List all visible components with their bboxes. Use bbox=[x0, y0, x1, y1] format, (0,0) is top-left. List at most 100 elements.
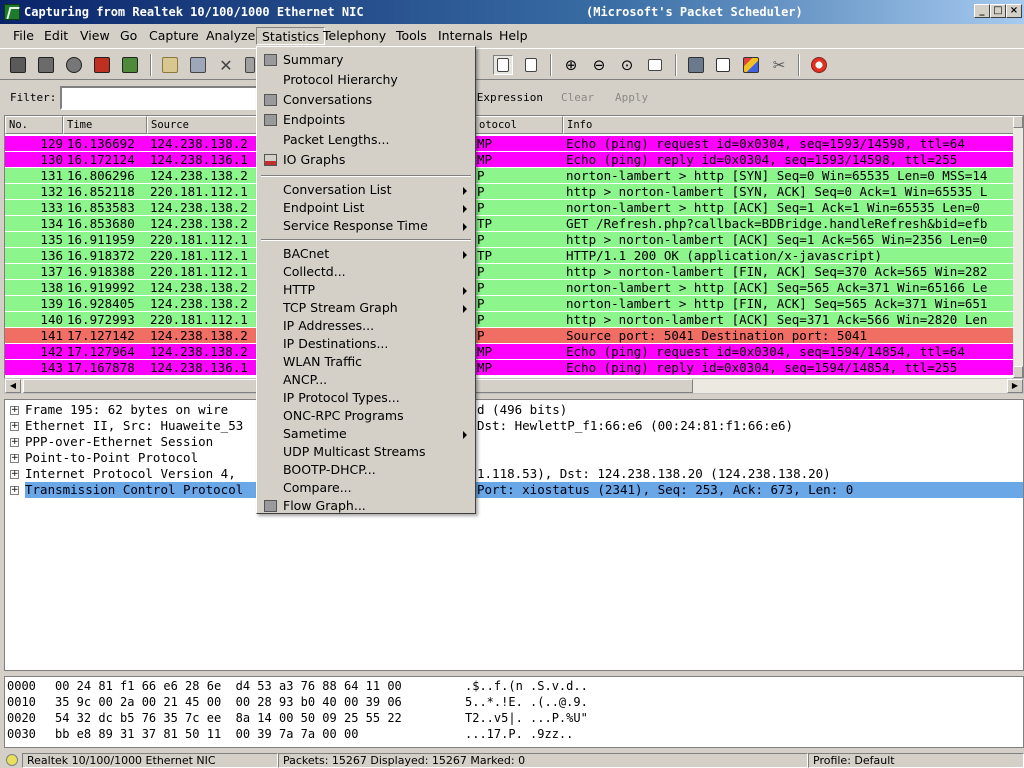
packet-row[interactable]: 140 16.972993 220.181.112.1 Phttp > norton-… bbox=[5, 312, 1015, 328]
menu-telephony[interactable]: Telephony bbox=[318, 27, 391, 45]
menu-internals[interactable]: Internals bbox=[433, 27, 498, 45]
scroll-up-arrow-icon[interactable] bbox=[1013, 116, 1023, 128]
menu-statistics[interactable]: Statistics bbox=[256, 27, 326, 45]
menu-analyze[interactable]: Analyze bbox=[201, 27, 260, 45]
menu-view[interactable]: View bbox=[75, 27, 115, 45]
stats-menu-endpoint-list[interactable]: Endpoint List bbox=[259, 199, 473, 217]
stats-menu-protocol-hierarchy[interactable]: Protocol Hierarchy bbox=[259, 71, 473, 89]
stats-menu-compare[interactable]: Compare... bbox=[259, 479, 473, 497]
open-file-icon[interactable] bbox=[160, 55, 180, 75]
packet-row[interactable]: 135 16.911959 220.181.112.1 Phttp > norton-… bbox=[5, 232, 1015, 248]
stats-menu-packet-lengths[interactable]: Packet Lengths... bbox=[259, 131, 473, 149]
interfaces-icon[interactable] bbox=[8, 55, 28, 75]
column-header-info[interactable]: Info bbox=[563, 116, 1015, 134]
stats-menu-wlan-traffic[interactable]: WLAN Traffic bbox=[259, 353, 473, 371]
stats-menu-udp-multicast-streams[interactable]: UDP Multicast Streams bbox=[259, 443, 473, 461]
menu-capture[interactable]: Capture bbox=[144, 27, 204, 45]
apply-button[interactable]: Apply bbox=[615, 91, 648, 104]
stats-menu-io-graphs[interactable]: IO Graphs bbox=[259, 151, 473, 169]
stop-capture-icon[interactable] bbox=[92, 55, 112, 75]
detail-tree-item[interactable]: + Point-to-Point Protocol bbox=[5, 450, 1021, 466]
stats-menu-onc-rpc-programs[interactable]: ONC-RPC Programs bbox=[259, 407, 473, 425]
packet-row[interactable]: 138 16.919992 124.238.138.2 Pnorton-lambert… bbox=[5, 280, 1015, 296]
display-filters-icon[interactable] bbox=[713, 55, 733, 75]
stats-menu-flow-graph[interactable]: Flow Graph... bbox=[259, 497, 473, 515]
packet-row[interactable]: 139 16.928405 124.238.138.2 Pnorton-lambert… bbox=[5, 296, 1015, 312]
expand-plus-icon[interactable]: + bbox=[10, 454, 19, 463]
column-header-time[interactable]: Time bbox=[63, 116, 147, 134]
packet-list-horizontal-scrollbar[interactable]: ◀ ▶ bbox=[4, 378, 1024, 394]
expand-plus-icon[interactable]: + bbox=[10, 406, 19, 415]
expand-plus-icon[interactable]: + bbox=[10, 486, 19, 495]
stats-menu-bacnet[interactable]: BACnet bbox=[259, 245, 473, 263]
menu-go[interactable]: Go bbox=[115, 27, 142, 45]
detail-tree-item[interactable]: + Transmission Control Protocol Port: xios… bbox=[5, 482, 1023, 498]
stats-menu-ip-addresses[interactable]: IP Addresses... bbox=[259, 317, 473, 335]
expand-plus-icon[interactable]: + bbox=[10, 438, 19, 447]
stats-menu-sametime[interactable]: Sametime bbox=[259, 425, 473, 443]
help-lifebuoy-icon[interactable] bbox=[809, 55, 829, 75]
packet-row[interactable]: 129 16.136692 124.238.138.2 MP Echo (ping) r… bbox=[5, 136, 1015, 152]
detail-tree-item[interactable]: + PPP-over-Ethernet Session bbox=[5, 434, 1021, 450]
menu-file[interactable]: File bbox=[8, 27, 39, 45]
close-button[interactable]: × bbox=[1006, 4, 1022, 18]
coloring-rules-icon[interactable] bbox=[741, 55, 761, 75]
stats-menu-collectd[interactable]: Collectd... bbox=[259, 263, 473, 281]
column-header-no[interactable]: No. bbox=[5, 116, 63, 134]
menu-tools[interactable]: Tools bbox=[391, 27, 432, 45]
packet-row[interactable]: 130 16.172124 124.238.136.1 MP Echo (ping) r… bbox=[5, 152, 1015, 168]
scroll-left-arrow-icon[interactable]: ◀ bbox=[5, 379, 21, 393]
stats-menu-conversations[interactable]: Conversations bbox=[259, 91, 473, 109]
column-header-protocol[interactable]: otocol bbox=[475, 116, 563, 134]
packet-row[interactable]: 134 16.853680 124.238.138.2 TP GET /Refresh.… bbox=[5, 216, 1015, 232]
stats-menu-endpoints[interactable]: Endpoints bbox=[259, 111, 473, 129]
packet-row[interactable]: 131 16.806296 124.238.138.2 Pnorton-lambert… bbox=[5, 168, 1015, 184]
packet-row[interactable]: 142 17.127964 124.238.138.2 MP Echo (ping) r… bbox=[5, 344, 1015, 360]
filter-input[interactable] bbox=[60, 86, 260, 110]
scroll-down-arrow-icon[interactable] bbox=[1013, 366, 1023, 378]
stats-menu-conversation-list[interactable]: Conversation List bbox=[259, 181, 473, 199]
minimize-button[interactable]: _ bbox=[974, 4, 990, 18]
packet-row[interactable]: 136 16.918372 220.181.112.1 TP HTTP/1.1 200 … bbox=[5, 248, 1015, 264]
stats-menu-ip-destinations[interactable]: IP Destinations... bbox=[259, 335, 473, 353]
packet-details-pane[interactable]: + Frame 195: 62 bytes on wire d (496 bits… bbox=[4, 399, 1024, 671]
expand-plus-icon[interactable]: + bbox=[10, 422, 19, 431]
save-file-icon[interactable] bbox=[188, 55, 208, 75]
packet-row[interactable]: 143 17.167878 124.238.136.1 MP Echo (ping) r… bbox=[5, 360, 1015, 376]
stats-menu-service-response-time[interactable]: Service Response Time bbox=[259, 217, 473, 235]
stats-menu-tcp-stream-graph[interactable]: TCP Stream Graph bbox=[259, 299, 473, 317]
options-icon[interactable] bbox=[36, 55, 56, 75]
packet-list[interactable]: No. Time Source otocol Info 129 16.136692… bbox=[4, 115, 1024, 379]
close-file-icon[interactable]: ✕ bbox=[216, 55, 236, 75]
stats-menu-ancp[interactable]: ANCP... bbox=[259, 371, 473, 389]
stats-menu-summary[interactable]: Summary bbox=[259, 51, 473, 69]
preferences-icon[interactable]: ✂ bbox=[769, 55, 789, 75]
scroll-right-arrow-icon[interactable]: ▶ bbox=[1007, 379, 1023, 393]
expand-plus-icon[interactable]: + bbox=[10, 470, 19, 479]
packet-row[interactable]: 137 16.918388 220.181.112.1 Phttp > norton-… bbox=[5, 264, 1015, 280]
detail-tree-item[interactable]: + Internet Protocol Version 4, 1.118.53),… bbox=[5, 466, 1021, 482]
normal-size-icon[interactable]: ⊙ bbox=[617, 55, 637, 75]
capture-filters-icon[interactable] bbox=[686, 55, 706, 75]
packet-bytes-pane[interactable]: 0000 00 24 81 f1 66 e6 28 6e d4 53 a3 76 … bbox=[4, 676, 1024, 748]
restart-capture-icon[interactable] bbox=[120, 55, 140, 75]
maximize-button[interactable]: □ bbox=[990, 4, 1006, 18]
packet-row[interactable]: 141 17.127142 124.238.138.2 P Source port: 5… bbox=[5, 328, 1015, 344]
colorize-icon[interactable] bbox=[493, 55, 513, 75]
packet-list-vertical-scrollbar[interactable] bbox=[1013, 116, 1023, 378]
packet-row[interactable]: 133 16.853583 124.238.138.2 Pnorton-lambert… bbox=[5, 200, 1015, 216]
start-capture-icon[interactable] bbox=[64, 55, 84, 75]
detail-tree-item[interactable]: + Frame 195: 62 bytes on wire d (496 bits… bbox=[5, 402, 1021, 418]
status-profile[interactable]: Profile: Default bbox=[808, 753, 1024, 768]
resize-columns-icon[interactable] bbox=[645, 55, 665, 75]
clear-button[interactable]: Clear bbox=[561, 91, 594, 104]
expression-button[interactable]: Expression... bbox=[477, 91, 543, 104]
menu-help[interactable]: Help bbox=[494, 27, 533, 45]
zoom-out-icon[interactable]: ⊖ bbox=[589, 55, 609, 75]
stats-menu-http[interactable]: HTTP bbox=[259, 281, 473, 299]
menu-edit[interactable]: Edit bbox=[39, 27, 73, 45]
packet-row[interactable]: 132 16.852118 220.181.112.1 Phttp > norton-… bbox=[5, 184, 1015, 200]
detail-tree-item[interactable]: + Ethernet II, Src: Huaweite_53 Dst: Hewle… bbox=[5, 418, 1021, 434]
stats-menu-bootp-dhcp[interactable]: BOOTP-DHCP... bbox=[259, 461, 473, 479]
zoom-in-icon[interactable]: ⊕ bbox=[561, 55, 581, 75]
